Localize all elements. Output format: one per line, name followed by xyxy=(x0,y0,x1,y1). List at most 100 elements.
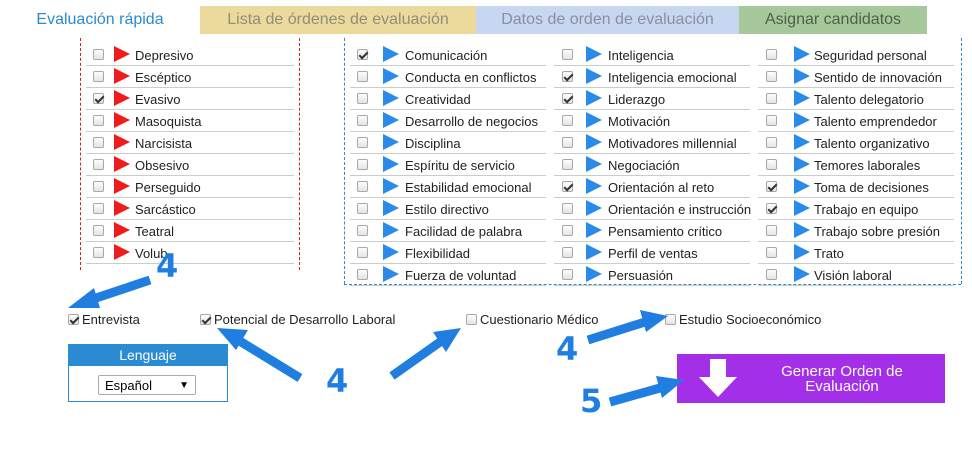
item-checkbox[interactable] xyxy=(93,115,104,126)
list-item[interactable]: Motivadores millennial xyxy=(554,132,750,154)
item-checkbox[interactable] xyxy=(562,115,573,126)
item-checkbox[interactable] xyxy=(357,93,368,104)
list-item[interactable]: Fuerza de voluntad xyxy=(350,264,546,286)
list-item[interactable]: Flexibilidad xyxy=(350,242,546,264)
list-item[interactable]: Narcisista xyxy=(86,132,294,154)
item-checkbox[interactable] xyxy=(766,93,777,104)
potencial-checkbox[interactable] xyxy=(200,314,211,325)
item-checkbox[interactable] xyxy=(562,269,573,280)
item-checkbox[interactable] xyxy=(357,115,368,126)
list-item[interactable]: Estilo directivo xyxy=(350,198,546,220)
item-checkbox[interactable] xyxy=(93,159,104,170)
item-checkbox[interactable] xyxy=(93,247,104,258)
item-checkbox[interactable] xyxy=(93,225,104,236)
list-item[interactable]: Talento emprendedor xyxy=(758,110,954,132)
item-checkbox[interactable] xyxy=(357,225,368,236)
item-checkbox[interactable] xyxy=(766,71,777,82)
option-estudio-socioeconomico[interactable]: Estudio Socioeconómico xyxy=(665,312,821,327)
list-item[interactable]: Estabilidad emocional xyxy=(350,176,546,198)
item-checkbox[interactable] xyxy=(766,115,777,126)
list-item[interactable]: Pensamiento crítico xyxy=(554,220,750,242)
item-checkbox[interactable] xyxy=(766,269,777,280)
list-item[interactable]: Liderazgo xyxy=(554,88,750,110)
list-item[interactable]: Talento delegatorio xyxy=(758,88,954,110)
list-item[interactable]: Seguridad personal xyxy=(758,44,954,66)
list-item[interactable]: Inteligencia xyxy=(554,44,750,66)
option-cuestionario-medico[interactable]: Cuestionario Médico xyxy=(466,312,599,327)
item-checkbox[interactable] xyxy=(357,159,368,170)
item-checkbox[interactable] xyxy=(93,93,104,104)
list-item[interactable]: Depresivo xyxy=(86,44,294,66)
item-checkbox[interactable] xyxy=(357,71,368,82)
list-item[interactable]: Volub xyxy=(86,242,294,264)
tab-lista-ordenes[interactable]: Lista de órdenes de evaluación xyxy=(200,6,476,34)
list-item[interactable]: Trabajo sobre presión xyxy=(758,220,954,242)
list-item[interactable]: Masoquista xyxy=(86,110,294,132)
item-checkbox[interactable] xyxy=(766,225,777,236)
item-checkbox[interactable] xyxy=(562,203,573,214)
list-item[interactable]: Evasivo xyxy=(86,88,294,110)
list-item[interactable]: Obsesivo xyxy=(86,154,294,176)
item-checkbox[interactable] xyxy=(93,181,104,192)
item-checkbox[interactable] xyxy=(562,137,573,148)
item-checkbox[interactable] xyxy=(357,247,368,258)
item-checkbox[interactable] xyxy=(562,71,573,82)
generate-order-button[interactable]: Generar Orden de Evaluación xyxy=(677,354,945,403)
item-checkbox[interactable] xyxy=(562,49,573,60)
list-item[interactable]: Perseguido xyxy=(86,176,294,198)
list-item[interactable]: Toma de decisiones xyxy=(758,176,954,198)
list-item[interactable]: Espíritu de servicio xyxy=(350,154,546,176)
estudio-checkbox[interactable] xyxy=(665,314,676,325)
item-checkbox[interactable] xyxy=(562,247,573,258)
list-item[interactable]: Orientación al reto xyxy=(554,176,750,198)
item-checkbox[interactable] xyxy=(562,93,573,104)
item-checkbox[interactable] xyxy=(357,181,368,192)
item-checkbox[interactable] xyxy=(562,181,573,192)
item-checkbox[interactable] xyxy=(357,203,368,214)
list-item[interactable]: Escéptico xyxy=(86,66,294,88)
list-item[interactable]: Trabajo en equipo xyxy=(758,198,954,220)
tab-asignar-candidatos[interactable]: Asignar candidatos xyxy=(739,6,927,34)
item-checkbox[interactable] xyxy=(93,203,104,214)
item-checkbox[interactable] xyxy=(562,159,573,170)
entrevista-checkbox[interactable] xyxy=(68,314,79,325)
list-item[interactable]: Comunicación xyxy=(350,44,546,66)
list-item[interactable]: Persuasión xyxy=(554,264,750,286)
list-item[interactable]: Negociación xyxy=(554,154,750,176)
tab-evaluacion-rapida[interactable]: Evaluación rápida xyxy=(0,6,200,34)
list-item[interactable]: Trato xyxy=(758,242,954,264)
list-item[interactable]: Orientación e instrucción xyxy=(554,198,751,220)
list-item[interactable]: Disciplina xyxy=(350,132,546,154)
list-item[interactable]: Visión laboral xyxy=(758,264,954,286)
list-item[interactable]: Creatividad xyxy=(350,88,546,110)
language-select[interactable]: Español ▼ xyxy=(98,375,196,395)
list-item[interactable]: Sentido de innovación xyxy=(758,66,954,88)
list-item[interactable]: Inteligencia emocional xyxy=(554,66,750,88)
option-potencial-desarrollo[interactable]: Potencial de Desarrollo Laboral xyxy=(200,312,395,327)
list-item[interactable]: Temores laborales xyxy=(758,154,954,176)
item-checkbox[interactable] xyxy=(93,137,104,148)
item-checkbox[interactable] xyxy=(357,49,368,60)
item-checkbox[interactable] xyxy=(93,49,104,60)
list-item[interactable]: Sarcástico xyxy=(86,198,294,220)
item-checkbox[interactable] xyxy=(357,269,368,280)
item-checkbox[interactable] xyxy=(766,247,777,258)
list-item[interactable]: Perfil de ventas xyxy=(554,242,750,264)
item-checkbox[interactable] xyxy=(766,137,777,148)
item-checkbox[interactable] xyxy=(93,71,104,82)
list-item[interactable]: Conducta en conflictos xyxy=(350,66,546,88)
list-item[interactable]: Talento organizativo xyxy=(758,132,954,154)
list-item[interactable]: Motivación xyxy=(554,110,750,132)
list-item[interactable]: Teatral xyxy=(86,220,294,242)
list-item[interactable]: Desarrollo de negocios xyxy=(350,110,546,132)
cuestionario-checkbox[interactable] xyxy=(466,314,477,325)
item-checkbox[interactable] xyxy=(766,49,777,60)
item-checkbox[interactable] xyxy=(562,225,573,236)
option-entrevista[interactable]: Entrevista xyxy=(68,312,140,327)
item-checkbox[interactable] xyxy=(357,137,368,148)
item-checkbox[interactable] xyxy=(766,203,777,214)
list-item[interactable]: Facilidad de palabra xyxy=(350,220,546,242)
item-checkbox[interactable] xyxy=(766,181,777,192)
tab-datos-orden[interactable]: Datos de orden de evaluación xyxy=(476,6,739,34)
item-checkbox[interactable] xyxy=(766,159,777,170)
